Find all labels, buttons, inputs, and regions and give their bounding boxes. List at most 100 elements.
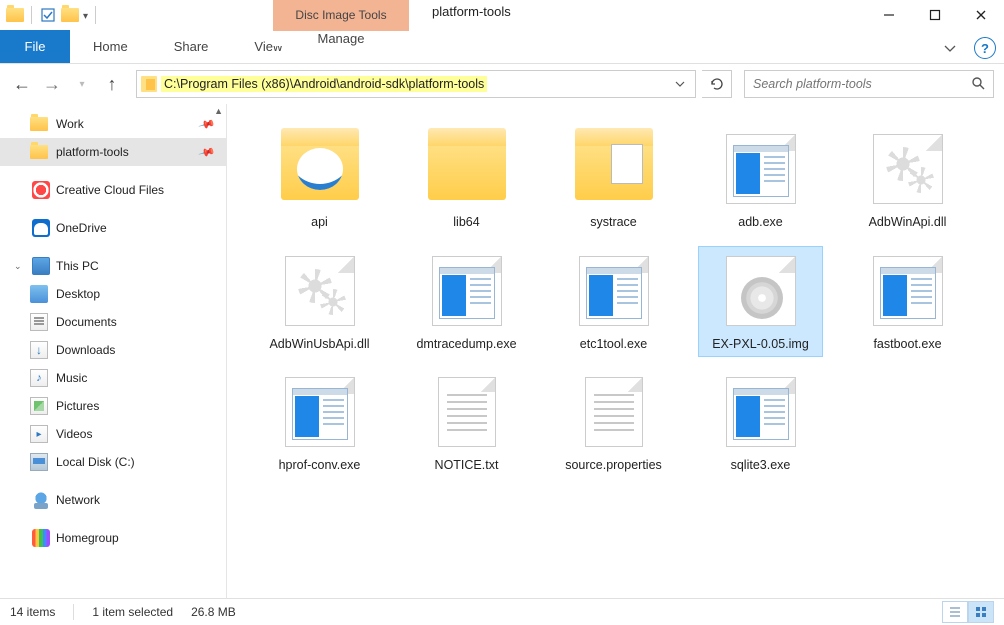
homegroup-icon: [32, 529, 50, 547]
back-button[interactable]: ←: [10, 72, 34, 96]
music-icon: [30, 369, 48, 387]
sidebar-item-onedrive[interactable]: OneDrive: [0, 214, 226, 242]
file-item[interactable]: sqlite3.exe: [698, 367, 823, 479]
downloads-icon: [30, 341, 48, 359]
refresh-button[interactable]: [702, 70, 732, 98]
file-item[interactable]: fastboot.exe: [845, 246, 970, 358]
contextual-tab-header: Disc Image Tools: [273, 0, 409, 30]
expand-icon[interactable]: ⌄: [14, 261, 26, 272]
file-thumbnail: [272, 372, 368, 452]
qat-newfolder-icon[interactable]: [61, 6, 79, 24]
file-item[interactable]: NOTICE.txt: [404, 367, 529, 479]
sidebar-item-documents[interactable]: Documents: [0, 308, 226, 336]
file-item[interactable]: hprof-conv.exe: [257, 367, 382, 479]
file-thumbnail: [860, 129, 956, 209]
file-thumbnail: [713, 129, 809, 209]
file-thumbnail: [860, 251, 956, 331]
sidebar-item-pictures[interactable]: Pictures: [0, 392, 226, 420]
sidebar-item-network[interactable]: Network: [0, 486, 226, 514]
file-thumbnail: [419, 129, 515, 209]
file-thumbnail: [419, 251, 515, 331]
sidebar-item-platform-tools[interactable]: platform-tools 📌: [0, 138, 226, 166]
sidebar-item-homegroup[interactable]: Homegroup: [0, 524, 226, 552]
file-item[interactable]: api: [257, 124, 382, 236]
file-label: lib64: [453, 215, 479, 231]
navigation-pane: ▲ Work 📌 platform-tools 📌 Creative Cloud…: [0, 104, 227, 598]
file-label: etc1tool.exe: [580, 337, 647, 353]
title-bar: ▾ Disc Image Tools platform-tools: [0, 0, 1004, 30]
sidebar-item-creative-cloud[interactable]: Creative Cloud Files: [0, 176, 226, 204]
network-icon: [32, 491, 50, 509]
ribbon: File Home Share View Manage ?: [0, 30, 1004, 64]
address-dropdown[interactable]: [669, 79, 691, 89]
sidebar-item-music[interactable]: Music: [0, 364, 226, 392]
recent-locations-button[interactable]: ▾: [70, 72, 94, 96]
file-thumbnail: [272, 129, 368, 209]
sidebar-item-label: Creative Cloud Files: [56, 183, 164, 197]
file-thumbnail: [272, 251, 368, 331]
status-selection-size: 26.8 MB: [191, 605, 236, 619]
file-label: hprof-conv.exe: [279, 458, 361, 474]
tab-home[interactable]: Home: [70, 30, 151, 63]
search-input[interactable]: [753, 77, 953, 91]
scroll-up-icon[interactable]: ▲: [214, 106, 223, 116]
status-bar: 14 items 1 item selected 26.8 MB: [0, 598, 1004, 625]
pin-icon: 📌: [198, 143, 216, 161]
file-thumbnail: [713, 251, 809, 331]
file-label: systrace: [590, 215, 637, 231]
forward-button[interactable]: →: [40, 72, 64, 96]
sidebar-item-label: OneDrive: [56, 221, 107, 235]
folder-icon: [30, 145, 48, 159]
up-button[interactable]: ↑: [100, 72, 124, 96]
file-item[interactable]: source.properties: [551, 367, 676, 479]
qat-properties-icon[interactable]: [39, 6, 57, 24]
file-tab[interactable]: File: [0, 30, 70, 63]
file-item[interactable]: EX-PXL-0.05.img: [698, 246, 823, 358]
icons-view-button[interactable]: [968, 601, 994, 623]
file-item[interactable]: dmtracedump.exe: [404, 246, 529, 358]
sidebar-item-work[interactable]: Work 📌: [0, 110, 226, 138]
address-bar[interactable]: C:\Program Files (x86)\Android\android-s…: [136, 70, 696, 98]
window-title: platform-tools: [432, 4, 511, 19]
tab-manage[interactable]: Manage: [273, 30, 409, 46]
maximize-button[interactable]: [912, 0, 958, 30]
minimize-button[interactable]: [866, 0, 912, 30]
sidebar-item-label: platform-tools: [56, 145, 129, 159]
file-item[interactable]: lib64: [404, 124, 529, 236]
disk-icon: [30, 453, 48, 471]
file-item[interactable]: adb.exe: [698, 124, 823, 236]
file-label: fastboot.exe: [873, 337, 941, 353]
search-icon[interactable]: [971, 76, 985, 93]
file-label: adb.exe: [738, 215, 782, 231]
status-item-count: 14 items: [10, 605, 55, 619]
file-thumbnail: [713, 372, 809, 452]
file-thumbnail: [566, 251, 662, 331]
file-item[interactable]: AdbWinUsbApi.dll: [257, 246, 382, 358]
file-thumbnail: [419, 372, 515, 452]
details-view-button[interactable]: [942, 601, 968, 623]
sidebar-item-desktop[interactable]: Desktop: [0, 280, 226, 308]
close-button[interactable]: [958, 0, 1004, 30]
sidebar-item-downloads[interactable]: Downloads: [0, 336, 226, 364]
qat-dropdown[interactable]: ▾: [83, 9, 88, 22]
search-box[interactable]: [744, 70, 994, 98]
sidebar-item-this-pc[interactable]: ⌄ This PC: [0, 252, 226, 280]
file-item[interactable]: systrace: [551, 124, 676, 236]
sidebar-item-videos[interactable]: Videos: [0, 420, 226, 448]
file-item[interactable]: etc1tool.exe: [551, 246, 676, 358]
onedrive-icon: [32, 219, 50, 237]
expand-ribbon-button[interactable]: [936, 36, 964, 60]
sidebar-item-local-disk[interactable]: Local Disk (C:): [0, 448, 226, 476]
creative-cloud-icon: [32, 181, 50, 199]
address-path[interactable]: C:\Program Files (x86)\Android\android-s…: [161, 76, 487, 92]
tab-share[interactable]: Share: [151, 30, 232, 63]
folder-icon: [30, 117, 48, 131]
file-item[interactable]: AdbWinApi.dll: [845, 124, 970, 236]
file-label: api: [311, 215, 328, 231]
sidebar-item-label: This PC: [56, 259, 99, 273]
file-thumbnail: [566, 129, 662, 209]
file-label: sqlite3.exe: [731, 458, 791, 474]
content-area[interactable]: api lib64 systrace adb.exe AdbWinApi.dll AdbW…: [227, 104, 1004, 598]
documents-icon: [30, 313, 48, 331]
help-button[interactable]: ?: [974, 37, 996, 59]
